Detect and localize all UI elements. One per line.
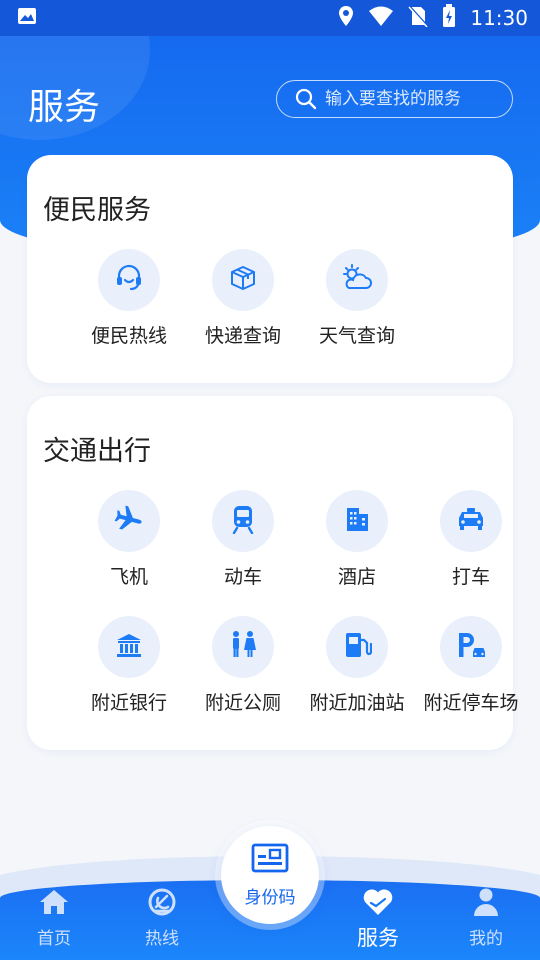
service-label: 打车 bbox=[451, 566, 490, 588]
person-icon bbox=[472, 887, 500, 921]
service-weather[interactable]: 天气查询 bbox=[300, 249, 414, 359]
tab-label: 首页 bbox=[37, 929, 71, 949]
no-sim-icon bbox=[408, 5, 429, 31]
search-bar[interactable] bbox=[276, 80, 513, 118]
id-card-icon bbox=[251, 843, 289, 879]
tab-home[interactable]: 首页 bbox=[9, 888, 99, 952]
service-hotline[interactable]: 便民热线 bbox=[72, 249, 186, 359]
battery-icon bbox=[442, 4, 456, 32]
service-train[interactable]: 动车 bbox=[186, 490, 300, 600]
section-title: 便民服务 bbox=[43, 195, 151, 226]
weather-icon bbox=[340, 263, 374, 297]
home-icon bbox=[39, 888, 69, 920]
headset-icon bbox=[114, 263, 144, 297]
train-icon bbox=[230, 504, 256, 538]
id-code-button[interactable]: 身份码 bbox=[221, 826, 319, 924]
service-hotel[interactable]: 酒店 bbox=[300, 490, 414, 600]
transportation-card: 交通出行 飞机 动车 酒店 打车 附近银行 附近公厕 附近加油站 附近停车场 bbox=[27, 396, 519, 750]
service-label: 附近停车场 bbox=[423, 692, 519, 714]
search-input[interactable] bbox=[325, 89, 495, 109]
status-time: 11:30 bbox=[470, 6, 528, 30]
hotel-icon bbox=[344, 505, 370, 537]
search-icon bbox=[295, 88, 317, 110]
page-title: 服务 bbox=[28, 87, 101, 128]
location-icon bbox=[338, 5, 354, 31]
service-flight[interactable]: 飞机 bbox=[72, 490, 186, 600]
gallery-icon bbox=[16, 5, 38, 31]
service-parking[interactable]: 附近停车场 bbox=[414, 616, 528, 726]
emblem-icon bbox=[147, 887, 177, 921]
service-gas-station[interactable]: 附近加油站 bbox=[300, 616, 414, 726]
parking-icon bbox=[455, 630, 487, 664]
tab-label: 我的 bbox=[469, 929, 503, 949]
airplane-icon bbox=[114, 504, 144, 538]
id-code-label: 身份码 bbox=[244, 887, 296, 908]
service-label: 天气查询 bbox=[318, 325, 395, 347]
service-taxi[interactable]: 打车 bbox=[414, 490, 528, 600]
bank-icon bbox=[115, 632, 143, 662]
restroom-icon bbox=[228, 630, 258, 664]
tab-hotline[interactable]: 热线 bbox=[117, 888, 207, 952]
section-title: 交通出行 bbox=[43, 436, 151, 467]
gas-station-icon bbox=[342, 630, 373, 664]
package-icon bbox=[228, 263, 258, 297]
tab-label: 服务 bbox=[357, 926, 399, 950]
tab-label: 热线 bbox=[145, 929, 179, 949]
wifi-icon bbox=[368, 5, 394, 31]
service-bank[interactable]: 附近银行 bbox=[72, 616, 186, 726]
heart-hand-icon bbox=[362, 888, 394, 920]
taxi-icon bbox=[455, 506, 487, 536]
tab-services[interactable]: 服务 bbox=[333, 888, 423, 952]
status-bar: 11:30 bbox=[0, 0, 540, 36]
tab-mine[interactable]: 我的 bbox=[441, 888, 531, 952]
service-restroom[interactable]: 附近公厕 bbox=[186, 616, 300, 726]
service-express[interactable]: 快递查询 bbox=[186, 249, 300, 359]
convenience-services-card: 便民服务 便民热线 快递查询 天气查询 bbox=[27, 155, 513, 383]
